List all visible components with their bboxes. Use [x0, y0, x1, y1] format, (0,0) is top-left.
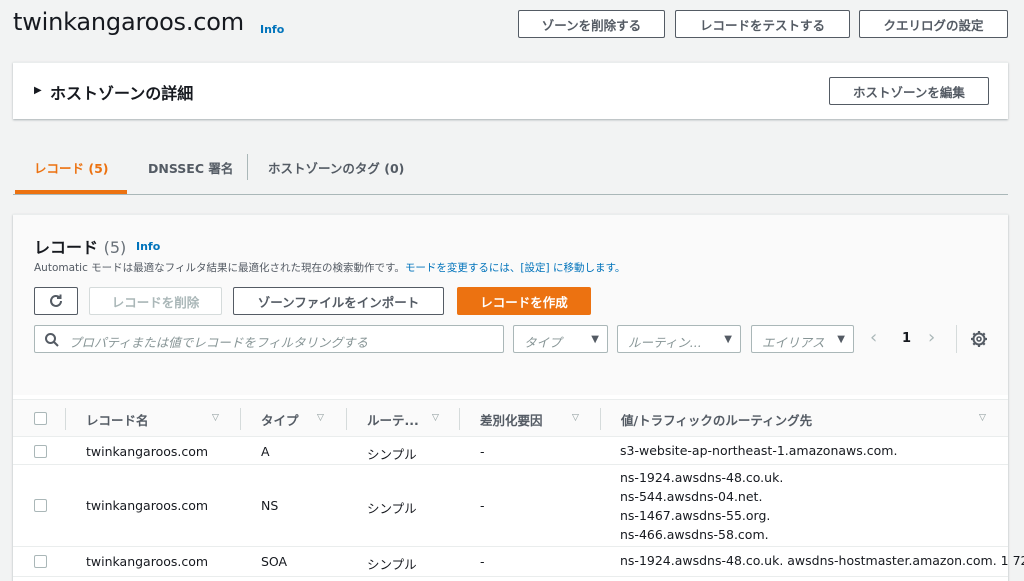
record-differentiator: -: [480, 554, 485, 569]
column-header-name[interactable]: レコード名: [86, 410, 149, 429]
test-record-button[interactable]: レコードをテストする: [675, 10, 850, 38]
search-icon: [45, 333, 59, 347]
record-value: s3-website-ap-northeast-1.amazonaws.com.: [620, 441, 897, 460]
table-row[interactable]: twinkangaroos.com A シンプル - s3-website-ap…: [13, 437, 1008, 465]
record-routing: シンプル: [367, 447, 417, 462]
select-all-checkbox[interactable]: [34, 412, 47, 425]
tab-bar: レコード (5) DNSSEC 署名 ホストゾーンのタグ (0): [13, 140, 1008, 195]
record-routing: シンプル: [367, 557, 417, 572]
record-routing: シンプル: [367, 501, 417, 516]
query-log-button[interactable]: クエリログの設定: [859, 10, 1008, 38]
column-header-value[interactable]: 値/トラフィックのルーティング先: [621, 410, 812, 429]
records-title: レコード (5): [34, 234, 126, 258]
record-value-line: ns-1924.awsdns-48.co.uk.: [620, 470, 784, 485]
chevron-left-icon[interactable]: ‹: [870, 327, 877, 348]
record-differentiator: -: [480, 444, 485, 459]
sort-icon[interactable]: ▽: [212, 413, 219, 423]
sort-icon[interactable]: ▽: [317, 413, 324, 423]
search-input[interactable]: プロパティまたは値でレコードをフィルタリングする: [34, 325, 504, 353]
column-divider: [346, 408, 347, 430]
hosted-zone-details-panel: ▶ ホストゾーンの詳細 ホストゾーンを編集: [13, 62, 1008, 119]
records-panel: レコード (5) Info Automatic モードは最適なフィルタ結果に最適…: [13, 214, 1024, 581]
record-differentiator: -: [480, 498, 485, 513]
column-header-differentiator[interactable]: 差別化要因: [480, 410, 543, 429]
type-filter-placeholder: タイプ: [524, 335, 562, 350]
record-value-line: ns-544.awsdns-04.net.: [620, 489, 763, 504]
records-description: Automatic モードは最適なフィルタ結果に最適化された現在の検索動作です。…: [34, 260, 625, 275]
record-value-line: s3-website-ap-northeast-1.amazonaws.com.: [620, 443, 898, 458]
records-title-text: レコード: [34, 238, 99, 257]
delete-zone-button[interactable]: ゾーンを削除する: [518, 10, 665, 38]
routing-filter-placeholder: ルーティン...: [628, 335, 702, 350]
search-placeholder: プロパティまたは値でレコードをフィルタリングする: [69, 335, 369, 350]
records-count: (5): [103, 238, 127, 257]
sort-icon[interactable]: ▽: [432, 413, 439, 423]
caret-down-icon: ▼: [837, 334, 845, 345]
alias-filter-placeholder: エイリアス: [762, 335, 825, 350]
record-value-line: ns-1467.awsdns-55.org.: [620, 508, 771, 523]
row-checkbox[interactable]: [34, 445, 47, 458]
active-tab-indicator: [15, 190, 127, 194]
tab-dnssec[interactable]: DNSSEC 署名: [148, 140, 233, 194]
sort-icon[interactable]: ▽: [572, 413, 579, 423]
record-name: twinkangaroos.com: [86, 554, 209, 569]
column-header-type[interactable]: タイプ: [261, 410, 299, 429]
caret-right-icon[interactable]: ▶: [34, 85, 42, 96]
tab-tags[interactable]: ホストゾーンのタグ (0): [268, 140, 404, 194]
alias-filter-select[interactable]: エイリアス ▼: [751, 325, 854, 353]
create-record-button[interactable]: レコードを作成: [457, 287, 591, 315]
row-checkbox[interactable]: [34, 555, 47, 568]
current-page[interactable]: 1: [902, 331, 911, 346]
column-divider: [459, 408, 460, 430]
title-info-link[interactable]: Info: [260, 23, 284, 36]
record-name: twinkangaroos.com: [86, 444, 209, 459]
records-description-text: Automatic モードは最適なフィルタ結果に最適化された現在の検索動作です。: [34, 262, 405, 274]
record-value-line: ns-466.awsdns-58.com.: [620, 527, 769, 542]
row-checkbox[interactable]: [34, 499, 47, 512]
page-header: twinkangaroos.com Info ゾーンを削除する レコードをテスト…: [13, 8, 1008, 42]
sort-icon[interactable]: ▽: [979, 413, 986, 423]
type-filter-select[interactable]: タイプ ▼: [513, 325, 608, 353]
tab-records[interactable]: レコード (5): [34, 140, 108, 194]
records-info-link[interactable]: Info: [136, 240, 160, 253]
caret-down-icon: ▼: [724, 334, 732, 345]
chevron-right-icon[interactable]: ›: [928, 327, 935, 348]
record-type: A: [261, 444, 270, 459]
routing-filter-select[interactable]: ルーティン... ▼: [617, 325, 741, 353]
caret-down-icon: ▼: [591, 334, 599, 345]
settings-link[interactable]: モードを変更するには、[設定] に移動します。: [405, 262, 625, 274]
table-row[interactable]: twinkangaroos.com NS シンプル - ns-1924.awsd…: [13, 465, 1008, 547]
column-divider: [600, 408, 601, 430]
column-header-routing[interactable]: ルーテ...: [367, 410, 419, 429]
record-value: ns-1924.awsdns-48.co.uk. awsdns-hostmast…: [620, 551, 1024, 570]
table-row[interactable]: twinkangaroos.com SOA シンプル - ns-1924.aws…: [13, 547, 1024, 577]
tab-divider: [247, 154, 248, 180]
column-divider: [240, 408, 241, 430]
refresh-icon: [50, 294, 62, 307]
edit-hosted-zone-button[interactable]: ホストゾーンを編集: [829, 77, 989, 105]
gear-icon[interactable]: [970, 330, 988, 348]
record-type: NS: [261, 498, 279, 513]
record-name: twinkangaroos.com: [86, 498, 209, 513]
pager-divider: [956, 325, 957, 353]
record-type: SOA: [261, 554, 288, 569]
column-divider: [65, 408, 66, 430]
details-title[interactable]: ホストゾーンの詳細: [50, 80, 193, 104]
record-value: ns-1924.awsdns-48.co.uk. ns-544.awsdns-0…: [620, 468, 783, 544]
record-value-line: ns-1924.awsdns-48.co.uk. awsdns-hostmast…: [620, 553, 1024, 568]
import-zone-file-button[interactable]: ゾーンファイルをインポート: [233, 287, 444, 315]
table-header: レコード名 ▽ タイプ ▽ ルーテ... ▽ 差別化要因 ▽ 値/トラフィックの…: [13, 399, 1008, 437]
delete-record-button[interactable]: レコードを削除: [89, 287, 222, 315]
page-title: twinkangaroos.com: [13, 8, 244, 36]
refresh-button[interactable]: [34, 287, 78, 315]
